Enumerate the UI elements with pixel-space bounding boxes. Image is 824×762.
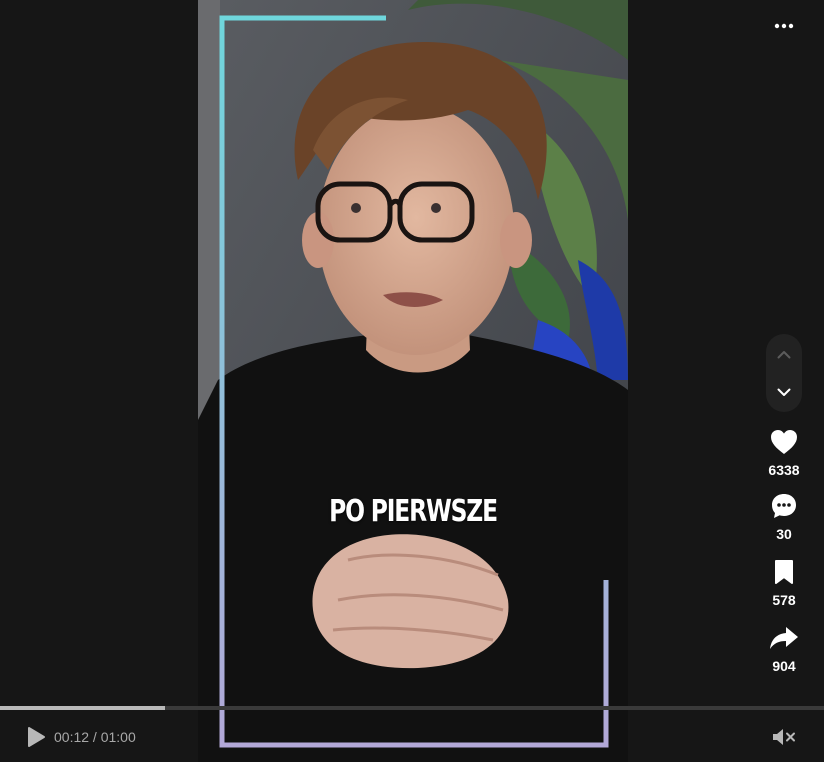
playback-time: 00:12 / 01:00 <box>54 729 136 745</box>
share-icon <box>770 627 798 649</box>
save-count: 578 <box>772 592 796 608</box>
time-separator: / <box>89 729 101 745</box>
play-button[interactable] <box>24 725 48 749</box>
comment-button[interactable]: 30 <box>758 488 810 542</box>
mute-icon <box>773 729 795 745</box>
heart-icon <box>771 430 797 454</box>
video-frame[interactable]: PO PIERWSZE <box>198 0 628 762</box>
video-still <box>198 0 628 762</box>
previous-video-button[interactable] <box>766 336 802 372</box>
video-navigation <box>766 334 802 412</box>
play-icon <box>28 727 45 747</box>
comment-icon <box>772 494 796 518</box>
like-button[interactable]: 6338 <box>758 424 810 478</box>
next-video-button[interactable] <box>766 374 802 410</box>
bookmark-icon <box>775 560 793 584</box>
chevron-up-icon <box>777 350 791 358</box>
comment-count: 30 <box>776 526 792 542</box>
chevron-down-icon <box>777 388 791 396</box>
more-options-button[interactable] <box>768 12 800 40</box>
more-horizontal-icon <box>774 23 794 29</box>
save-button[interactable]: 578 <box>758 554 810 608</box>
current-time: 00:12 <box>54 729 90 745</box>
progress-bar[interactable] <box>0 706 824 710</box>
share-button[interactable]: 904 <box>758 620 810 674</box>
mute-button[interactable] <box>770 725 798 749</box>
like-count: 6338 <box>768 462 800 478</box>
progress-fill <box>0 706 165 710</box>
video-player: PO PIERWSZE 6338 30 578 904 00:12 / 01:0… <box>0 0 824 762</box>
share-count: 904 <box>772 658 796 674</box>
face <box>318 105 514 355</box>
video-caption: PO PIERWSZE <box>329 494 498 529</box>
duration: 01:00 <box>100 729 136 745</box>
